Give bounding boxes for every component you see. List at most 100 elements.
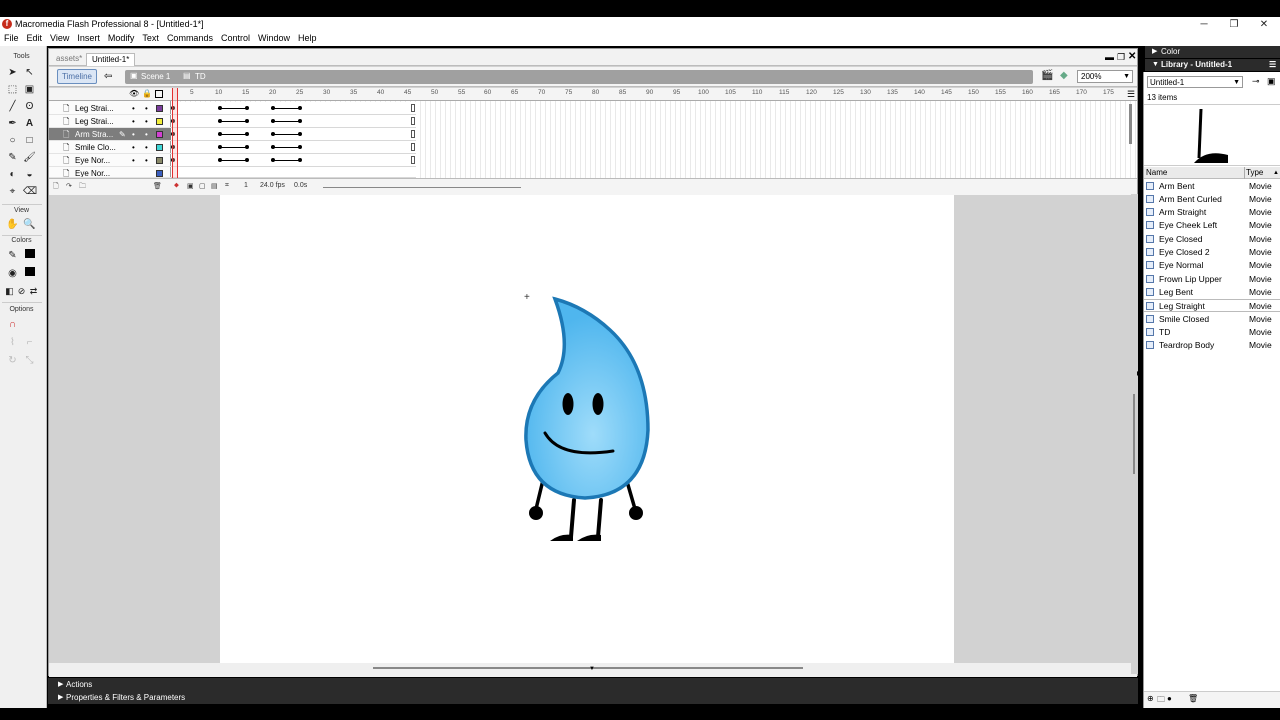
visibility-dot[interactable]: • bbox=[132, 102, 135, 115]
keyframe[interactable] bbox=[245, 106, 249, 110]
stroke-color-icon[interactable]: ✎ bbox=[6, 249, 19, 262]
layer-row[interactable]: 🗋 Eye Nor... • • bbox=[49, 154, 171, 167]
keyframe[interactable] bbox=[298, 106, 302, 110]
paint-bucket-tool-icon[interactable]: ◒ bbox=[23, 168, 36, 181]
end-frame[interactable] bbox=[411, 156, 415, 164]
frame-ruler[interactable]: 5 10 15 20 25 30 35 40 45 50 55 60 65 70… bbox=[171, 88, 1137, 101]
library-item[interactable]: Arm Straight Movie bbox=[1144, 206, 1280, 219]
edit-multiple-frames-icon[interactable]: ▤ bbox=[211, 182, 218, 190]
library-document-select[interactable]: Untitled-1 ▼ bbox=[1147, 76, 1243, 88]
snap-magnet-icon[interactable]: ∩ bbox=[6, 318, 19, 331]
swap-colors-icon[interactable]: ⇄ bbox=[27, 285, 40, 298]
lock-all-icon[interactable]: 🔒 bbox=[142, 89, 152, 98]
layer-outline-swatch[interactable] bbox=[156, 144, 163, 151]
frame-row[interactable] bbox=[171, 167, 416, 178]
menu-file[interactable]: File bbox=[0, 32, 23, 46]
frame-row[interactable] bbox=[171, 115, 416, 128]
menu-edit[interactable]: Edit bbox=[23, 32, 47, 46]
keyframe[interactable] bbox=[245, 145, 249, 149]
show-hide-all-icon[interactable]: 👁 bbox=[129, 89, 139, 98]
layer-outline-swatch[interactable] bbox=[156, 170, 163, 177]
delete-layer-icon[interactable]: 🗑 bbox=[153, 182, 162, 190]
timeline-toggle-button[interactable]: Timeline bbox=[57, 69, 97, 84]
eyedropper-tool-icon[interactable]: ⌖ bbox=[6, 185, 19, 198]
keyframe[interactable] bbox=[218, 158, 222, 162]
chevron-down-icon[interactable]: ▼ bbox=[589, 666, 595, 672]
add-motion-guide-icon[interactable]: ↷ bbox=[66, 182, 72, 190]
fill-color-icon[interactable]: ◉ bbox=[6, 267, 19, 280]
keyframe[interactable] bbox=[298, 119, 302, 123]
pin-library-icon[interactable]: ⊸ bbox=[1252, 76, 1260, 87]
properties-icon[interactable]: ● bbox=[1167, 694, 1172, 703]
keyframe[interactable] bbox=[245, 119, 249, 123]
keyframe[interactable] bbox=[271, 119, 275, 123]
line-tool-icon[interactable]: ╱ bbox=[6, 100, 19, 113]
brush-tool-icon[interactable]: 🖌 bbox=[23, 151, 36, 164]
minimize-button[interactable]: ─ bbox=[1192, 17, 1216, 32]
end-frame[interactable] bbox=[411, 143, 415, 151]
frame-row[interactable] bbox=[171, 102, 416, 115]
col-type-header[interactable]: Type bbox=[1246, 167, 1263, 179]
ink-bottle-tool-icon[interactable]: ◐ bbox=[6, 168, 19, 181]
properties-panel-header[interactable]: ▶ Properties & Filters & Parameters bbox=[48, 691, 1138, 704]
col-name-header[interactable]: Name bbox=[1146, 167, 1167, 179]
library-panel-header[interactable]: ▼ Library - Untitled-1 ☰ bbox=[1145, 59, 1280, 71]
menu-help[interactable]: Help bbox=[294, 32, 321, 46]
visibility-dot[interactable]: • bbox=[132, 154, 135, 167]
library-item-selected[interactable]: Leg Straight Movie bbox=[1144, 299, 1280, 312]
subselection-tool-icon[interactable]: ↖ bbox=[23, 66, 36, 79]
visibility-dot[interactable]: • bbox=[132, 128, 135, 141]
color-panel-header[interactable]: ▶ Color bbox=[1145, 46, 1280, 58]
eraser-tool-icon[interactable]: ⌫ bbox=[23, 185, 37, 198]
library-item[interactable]: Leg Bent Movie bbox=[1144, 286, 1280, 299]
stage-v-scrollbar[interactable] bbox=[1131, 194, 1138, 674]
layer-row-selected[interactable]: 🗋 Arm Stra... ✎ • • bbox=[49, 128, 171, 141]
library-item[interactable]: Eye Closed Movie bbox=[1144, 233, 1280, 246]
doc-minimize-icon[interactable]: ▬ bbox=[1105, 52, 1114, 62]
menu-modify[interactable]: Modify bbox=[104, 32, 139, 46]
layer-outline-swatch[interactable] bbox=[156, 105, 163, 112]
doc-close-icon[interactable]: ✕ bbox=[1128, 51, 1136, 62]
actions-panel-header[interactable]: ▶ Actions bbox=[48, 678, 1138, 691]
maximize-button[interactable]: ❐ bbox=[1222, 17, 1246, 32]
lock-dot[interactable]: • bbox=[145, 115, 148, 128]
keyframe[interactable] bbox=[298, 132, 302, 136]
onion-skin-icon[interactable]: ▣ bbox=[187, 182, 194, 190]
keyframe[interactable] bbox=[271, 145, 275, 149]
menu-control[interactable]: Control bbox=[217, 32, 254, 46]
layer-row[interactable]: 🗋 Eye Nor... bbox=[49, 167, 171, 178]
keyframe[interactable] bbox=[218, 106, 222, 110]
library-item[interactable]: Eye Normal Movie bbox=[1144, 259, 1280, 272]
menu-view[interactable]: View bbox=[46, 32, 73, 46]
menu-text[interactable]: Text bbox=[138, 32, 163, 46]
keyframe[interactable] bbox=[298, 158, 302, 162]
visibility-dot[interactable]: • bbox=[132, 115, 135, 128]
new-symbol-icon[interactable]: ⊕ bbox=[1147, 694, 1154, 703]
lock-dot[interactable]: • bbox=[145, 141, 148, 154]
scene-breadcrumb[interactable]: Scene 1 bbox=[141, 72, 170, 81]
lock-dot[interactable]: • bbox=[145, 128, 148, 141]
edit-scene-icon[interactable]: 🎬 bbox=[1041, 70, 1053, 81]
end-frame[interactable] bbox=[411, 117, 415, 125]
playhead[interactable] bbox=[172, 88, 178, 178]
layer-row[interactable]: 🗋 Smile Clo... • • bbox=[49, 141, 171, 154]
layer-outline-swatch[interactable] bbox=[156, 118, 163, 125]
edit-symbol-icon[interactable]: ◆ bbox=[1060, 70, 1068, 81]
frame-rate[interactable]: 24.0 fps bbox=[260, 182, 285, 189]
collapse-panel-arrow-icon[interactable]: ▶ bbox=[1137, 370, 1142, 377]
library-item[interactable]: TD Movie bbox=[1144, 326, 1280, 339]
fill-color-swatch[interactable] bbox=[23, 267, 36, 280]
keyframe[interactable] bbox=[245, 158, 249, 162]
timeline-menu-icon[interactable]: ☰ bbox=[1127, 89, 1135, 100]
menu-insert[interactable]: Insert bbox=[73, 32, 104, 46]
pencil-tool-icon[interactable]: ✎ bbox=[6, 151, 19, 164]
insert-folder-icon[interactable]: 🗀 bbox=[79, 182, 86, 193]
keyframe[interactable] bbox=[298, 145, 302, 149]
keyframe[interactable] bbox=[271, 106, 275, 110]
free-transform-tool-icon[interactable]: ⬚ bbox=[6, 83, 19, 96]
rectangle-tool-icon[interactable]: □ bbox=[23, 134, 36, 147]
library-item[interactable]: Eye Cheek Left Movie bbox=[1144, 219, 1280, 232]
keyframe[interactable] bbox=[245, 132, 249, 136]
library-item[interactable]: Smile Closed Movie bbox=[1144, 313, 1280, 326]
zoom-select[interactable]: 200% ▼ bbox=[1077, 70, 1133, 83]
